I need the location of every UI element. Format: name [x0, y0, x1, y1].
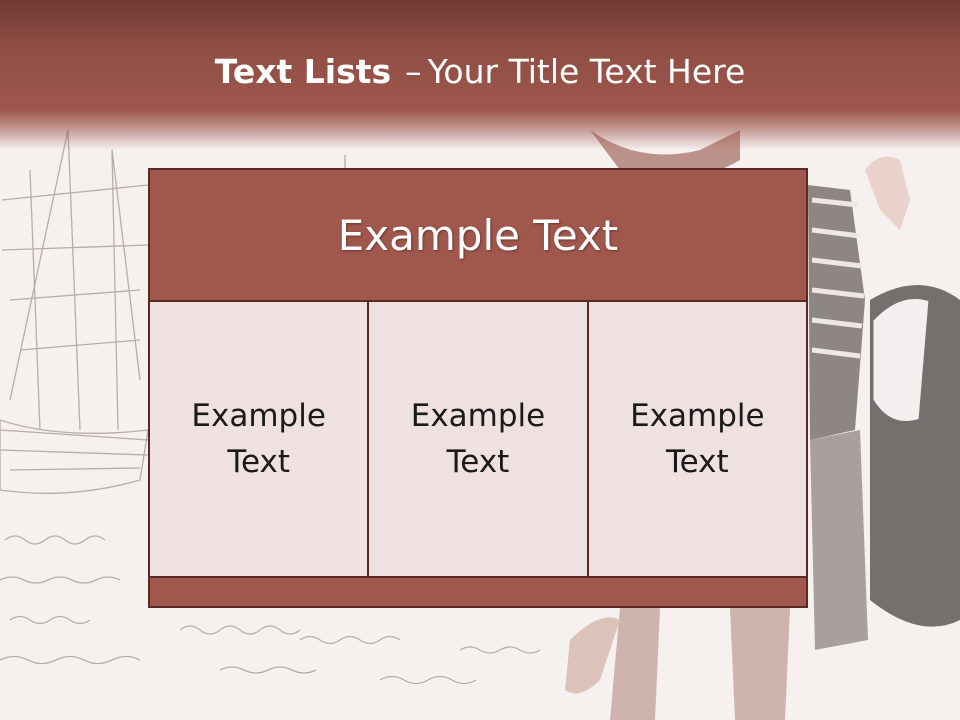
text-list-table: Example Text Example Text Example Text E…: [148, 168, 808, 608]
table-body-row: Example Text Example Text Example Text: [150, 302, 806, 576]
table-cell-1[interactable]: Example Text: [150, 302, 368, 576]
title-bold-text: Text Lists: [214, 52, 392, 91]
table-cell-2[interactable]: Example Text: [367, 302, 587, 576]
slide-title: Text Lists – Your Title Text Here: [0, 52, 960, 91]
table-header-cell[interactable]: Example Text: [150, 170, 806, 302]
title-subtext: Your Title Text Here: [427, 52, 746, 91]
title-separator: –: [405, 52, 422, 91]
table-cell-3[interactable]: Example Text: [586, 302, 806, 576]
table-footer-bar: [150, 576, 806, 606]
